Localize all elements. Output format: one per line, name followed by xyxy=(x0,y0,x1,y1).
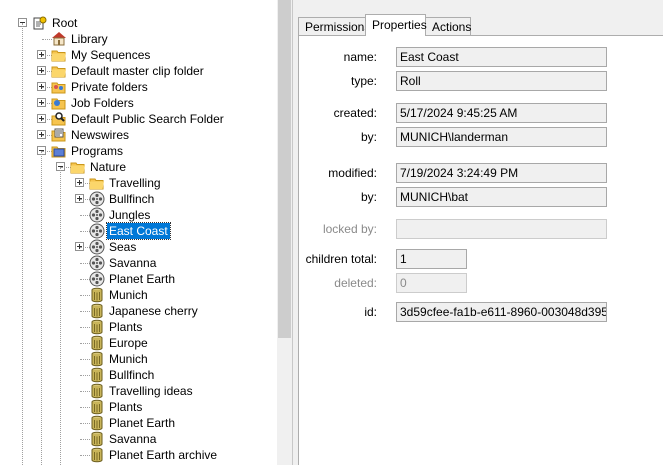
modified-by-field[interactable]: MUNICH\bat xyxy=(396,187,607,207)
bin-icon xyxy=(89,447,105,463)
tree-node[interactable]: Default master clip folder xyxy=(0,63,277,79)
job-folder-icon xyxy=(51,95,67,111)
tree-node-label-selected[interactable]: East Coast xyxy=(106,222,171,240)
locked-by-label: locked by: xyxy=(322,222,377,236)
library-icon xyxy=(51,31,67,47)
deleted-field: 0 xyxy=(396,273,467,293)
locked-by-field xyxy=(396,219,607,239)
tree-node[interactable]: Library xyxy=(0,31,277,47)
tree-node-label[interactable]: Savanna xyxy=(107,255,158,271)
tree-node-label[interactable]: Bullfinch xyxy=(107,191,156,207)
deleted-label: deleted: xyxy=(334,276,377,290)
id-label: id: xyxy=(364,305,377,319)
tree-node-label[interactable]: My Sequences xyxy=(69,47,152,63)
bin-icon xyxy=(89,287,105,303)
tree-node[interactable]: Private folders xyxy=(0,79,277,95)
type-field[interactable]: Roll xyxy=(396,71,607,91)
tree-node-label[interactable]: Bullfinch xyxy=(107,367,156,383)
tree-node-label[interactable]: Job Folders xyxy=(69,95,136,111)
properties-panel: name: East Coast type: Roll created: 5/1… xyxy=(298,35,663,465)
tree-node[interactable]: Newswires xyxy=(0,127,277,143)
tree-node-label[interactable]: Plants xyxy=(107,319,144,335)
tree-node[interactable]: My Sequences xyxy=(0,47,277,63)
tree-node-label[interactable]: Europe xyxy=(107,335,150,351)
created-label: created: xyxy=(333,106,377,120)
bin-icon xyxy=(89,303,105,319)
children-total-field[interactable]: 1 xyxy=(396,249,467,269)
folder-icon xyxy=(51,63,67,79)
tree-scrollbar-thumb[interactable] xyxy=(278,0,291,338)
name-field[interactable]: East Coast xyxy=(396,47,607,67)
reel-icon xyxy=(89,255,105,271)
reel-icon xyxy=(89,271,105,287)
tree-node-label[interactable]: Default Public Search Folder xyxy=(69,111,226,127)
tree-node-label[interactable]: Library xyxy=(69,31,110,47)
reel-icon xyxy=(89,207,105,223)
folder-icon xyxy=(51,47,67,63)
tree-connector xyxy=(22,23,23,465)
newswire-icon xyxy=(51,127,67,143)
root-icon xyxy=(32,15,48,31)
tree-node-label[interactable]: Root xyxy=(50,15,79,31)
tree-node-label[interactable]: Travelling ideas xyxy=(107,383,195,399)
tree-node-label[interactable]: Planet Earth xyxy=(107,271,177,287)
folder-icon xyxy=(89,175,105,191)
tree-node-label[interactable]: Seas xyxy=(107,239,138,255)
private-folder-icon xyxy=(51,79,67,95)
folder-tree[interactable]: Root Library My Sequences Default master cl… xyxy=(0,15,277,465)
name-label: name: xyxy=(343,50,377,64)
created-field[interactable]: 5/17/2024 9:45:25 AM xyxy=(396,103,607,123)
id-field[interactable]: 3d59cfee-fa1b-e611-8960-003048d395dd xyxy=(396,302,607,322)
type-label: type: xyxy=(350,74,377,88)
modified-field[interactable]: 7/19/2024 3:24:49 PM xyxy=(396,163,607,183)
tree-node[interactable]: Root xyxy=(0,15,277,31)
modified-by-label: by: xyxy=(360,190,377,204)
tree-scrollbar[interactable] xyxy=(277,0,292,465)
tree-node-label[interactable]: Japanese cherry xyxy=(107,303,200,319)
tab-permissions[interactable]: Permissions xyxy=(298,17,370,35)
tree-node-label[interactable]: Newswires xyxy=(69,127,131,143)
tree-node-label[interactable]: Plants xyxy=(107,399,144,415)
folder-tree-pane[interactable]: Root Library My Sequences Default master cl… xyxy=(0,0,293,465)
tree-node[interactable]: Default Public Search Folder xyxy=(0,111,277,127)
bin-icon xyxy=(89,319,105,335)
bin-icon xyxy=(89,399,105,415)
children-total-label: children total: xyxy=(305,252,377,266)
tab-properties[interactable]: Properties xyxy=(365,14,427,36)
tree-node-label[interactable]: Savanna xyxy=(107,431,158,447)
bin-icon xyxy=(89,415,105,431)
tree-node-label[interactable]: Programs xyxy=(69,143,125,159)
bin-icon xyxy=(89,431,105,447)
bin-icon xyxy=(89,351,105,367)
tree-connector xyxy=(41,151,42,465)
tree-node-label[interactable]: Travelling xyxy=(107,175,163,191)
search-folder-icon xyxy=(51,111,67,127)
reel-icon xyxy=(89,239,105,255)
tree-node-label[interactable]: Planet Earth xyxy=(107,415,177,431)
tree-node-label[interactable]: Nature xyxy=(88,159,128,175)
tab-actions[interactable]: Actions xyxy=(425,17,471,35)
bin-icon xyxy=(89,383,105,399)
tree-node-label[interactable]: Jungles xyxy=(107,207,152,223)
tree-node[interactable]: Job Folders xyxy=(0,95,277,111)
reel-icon xyxy=(89,223,105,239)
tree-node-label[interactable]: Private folders xyxy=(69,79,150,95)
created-by-label: by: xyxy=(360,130,377,144)
modified-label: modified: xyxy=(328,166,377,180)
created-by-field[interactable]: MUNICH\landerman xyxy=(396,127,607,147)
bin-icon xyxy=(89,335,105,351)
tree-node-label[interactable]: Munich xyxy=(107,351,150,367)
bin-icon xyxy=(89,367,105,383)
reel-icon xyxy=(89,191,105,207)
tree-connector xyxy=(60,167,61,465)
tree-node-label[interactable]: Default master clip folder xyxy=(69,63,206,79)
tree-node-label[interactable]: Munich xyxy=(107,287,150,303)
folder-icon xyxy=(70,159,86,175)
tree-node-label[interactable]: Planet Earth archive xyxy=(107,447,219,463)
programs-icon xyxy=(51,143,67,159)
